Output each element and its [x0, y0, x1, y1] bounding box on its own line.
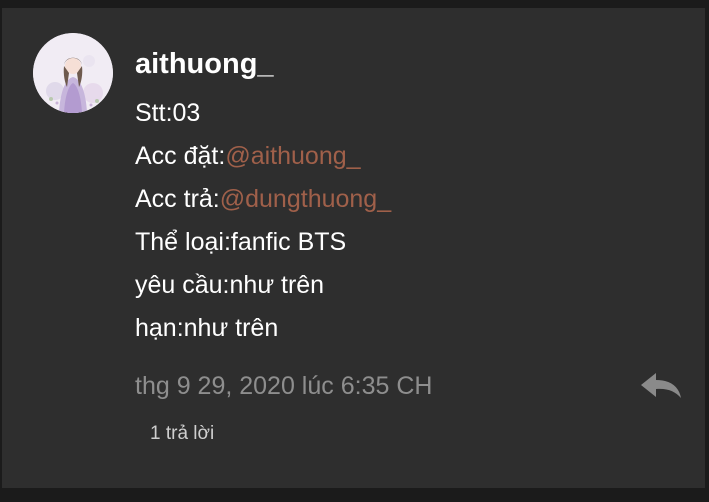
replies-link[interactable]: 1 trả lời	[150, 422, 214, 446]
acc-tra-line: Acc trả:@dungthuong_	[135, 178, 391, 221]
reply-arrow-icon	[641, 373, 681, 398]
han-line: hạn:như trên	[135, 314, 279, 342]
acc-dat-line: Acc đặt:@aithuong_	[135, 135, 391, 178]
mention-link[interactable]: @aithuong_	[225, 142, 360, 170]
acc-dat-label: Acc đặt:	[135, 142, 226, 170]
reply-button[interactable]	[638, 370, 684, 400]
user-avatar-image	[33, 33, 113, 113]
timestamp: thg 9 29, 2020 lúc 6:35 CH	[135, 372, 433, 400]
avatar[interactable]	[33, 33, 113, 113]
username[interactable]: aithuong_	[135, 46, 274, 82]
comment-card: aithuong_ Stt:03 Acc đặt:@aithuong_ Acc …	[2, 8, 705, 488]
stt-line: Stt:03	[135, 99, 201, 127]
the-loai-line: Thể loại:fanfic BTS	[135, 228, 347, 256]
mention-link[interactable]: @dungthuong_	[220, 185, 391, 213]
comment-body: Stt:03 Acc đặt:@aithuong_ Acc trả:@dungt…	[135, 92, 391, 350]
acc-tra-label: Acc trả:	[135, 185, 220, 213]
yeu-cau-line: yêu cầu:như trên	[135, 271, 325, 299]
